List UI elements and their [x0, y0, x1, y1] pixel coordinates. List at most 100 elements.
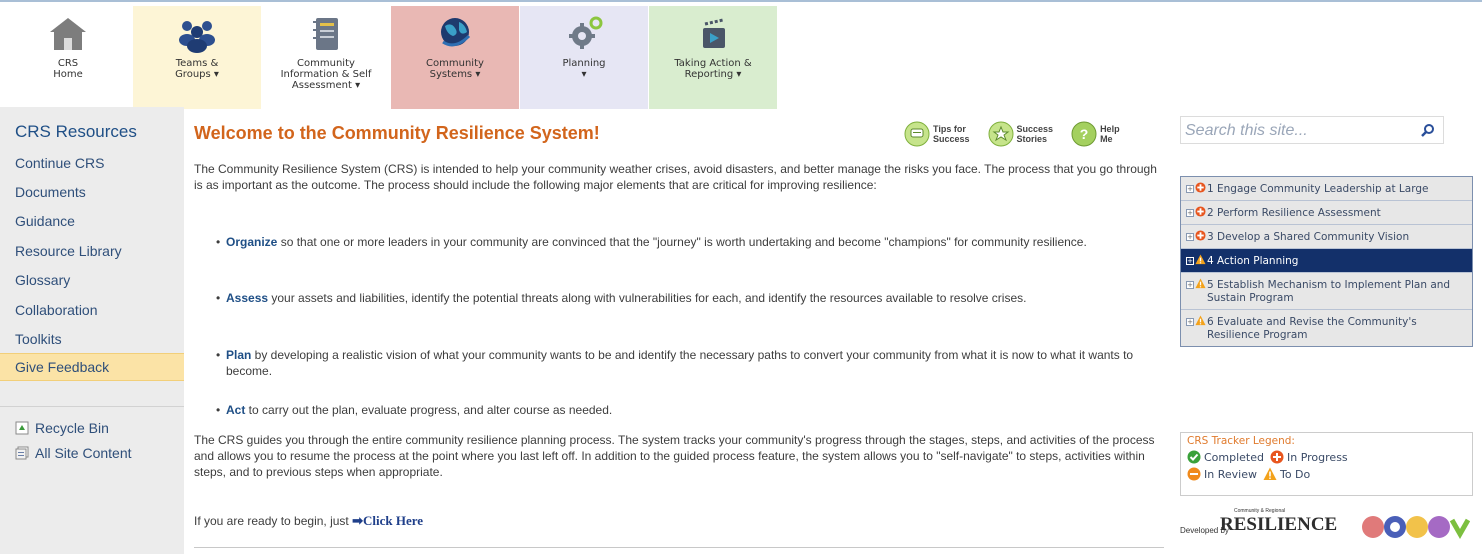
- in-progress-icon: [1270, 450, 1284, 464]
- expand-icon[interactable]: +: [1186, 318, 1194, 326]
- legend-row: Completed In Progress: [1187, 450, 1466, 464]
- bullet-assess: • Assess your assets and liabilities, ide…: [216, 290, 1156, 306]
- step-label: 5 Establish Mechanism to Implement Plan …: [1207, 279, 1451, 304]
- in-progress-icon: [1195, 230, 1206, 241]
- expand-icon[interactable]: +: [1186, 209, 1194, 217]
- nav-tab-teams-groups[interactable]: Teams & Groups ▾: [133, 6, 261, 109]
- question-mark-icon: ?: [1071, 121, 1097, 147]
- give-feedback-label: Give Feedback: [15, 359, 110, 375]
- to-do-warning-icon: [1195, 315, 1206, 326]
- nav-tab-crs-home[interactable]: CRS Home: [18, 6, 118, 109]
- sidebar-item-continue-crs[interactable]: Continue CRS: [15, 155, 105, 171]
- partner-logos-icon: [1362, 516, 1470, 540]
- bullet-term: Plan: [226, 348, 252, 362]
- crs-steps-tracker: + 1 Engage Community Leadership at Large…: [1180, 176, 1473, 347]
- site-content-icon: [15, 446, 29, 460]
- step-4-action-planning[interactable]: + 4 Action Planning: [1181, 249, 1472, 273]
- help-me-button[interactable]: ? Help Me: [1071, 121, 1120, 147]
- sidebar-item-toolkits[interactable]: Toolkits: [15, 331, 62, 347]
- legend-in-review: In Review: [1204, 467, 1257, 481]
- step-2-resilience-assessment[interactable]: + 2 Perform Resilience Assessment: [1181, 201, 1472, 225]
- expand-icon[interactable]: +: [1186, 281, 1194, 289]
- step-label: 1 Engage Community Leadership at Large: [1207, 183, 1429, 195]
- crs-tracker-legend: CRS Tracker Legend: Completed In Progres…: [1180, 432, 1473, 496]
- people-icon: [179, 21, 215, 53]
- recycle-bin-link[interactable]: Recycle Bin: [15, 420, 109, 436]
- bullet-plan: • Plan by developing a realistic vision o…: [216, 347, 1156, 379]
- nav-tab-planning[interactable]: Planning ▾: [520, 6, 648, 109]
- notebook-icon: [313, 18, 338, 50]
- legend-in-progress: In Progress: [1287, 450, 1348, 464]
- sidebar-item-collaboration[interactable]: Collaboration: [15, 302, 98, 318]
- legend-row: In Review To Do: [1187, 467, 1466, 481]
- nav-tab-community-systems[interactable]: Community Systems ▾: [391, 6, 519, 109]
- help-links: Tips for Success Success Stories ? Help Me: [904, 121, 1138, 147]
- bullet-text: your assets and liabilities, identify th…: [268, 291, 1027, 305]
- begin-prompt: If you are ready to begin, just ➡Click H…: [194, 513, 423, 529]
- sidebar: CRS Resources Continue CRS Documents Gui…: [0, 107, 184, 554]
- nav-tab-community-information[interactable]: Community Information & Self Assessment ▾: [262, 6, 390, 109]
- sidebar-item-guidance[interactable]: Guidance: [15, 213, 75, 229]
- step-3-shared-vision[interactable]: + 3 Develop a Shared Community Vision: [1181, 225, 1472, 249]
- click-here-link[interactable]: ➡Click Here: [352, 513, 423, 528]
- bullet-act: • Act to carry out the plan, evaluate pro…: [216, 402, 1156, 418]
- all-site-content-label: All Site Content: [35, 445, 132, 461]
- legend-to-do: To Do: [1279, 467, 1311, 481]
- bullet-text: by developing a realistic vision of what…: [226, 348, 1134, 378]
- svg-text:?: ?: [1080, 126, 1089, 142]
- nav-tab-label: Taking Action & Reporting ▾: [674, 58, 752, 80]
- gear-icon: [569, 16, 603, 49]
- bullet-term: Act: [226, 403, 246, 417]
- all-site-content-link[interactable]: All Site Content: [15, 445, 132, 461]
- success-stories-button[interactable]: Success Stories: [988, 121, 1053, 147]
- step-1-engage-leadership[interactable]: + 1 Engage Community Leadership at Large: [1181, 177, 1472, 201]
- nav-tab-taking-action[interactable]: Taking Action & Reporting ▾: [649, 6, 777, 109]
- step-5-establish-mechanism[interactable]: + 5 Establish Mechanism to Implement Pla…: [1181, 273, 1472, 310]
- expand-icon[interactable]: +: [1186, 257, 1194, 265]
- completed-check-icon: [1187, 450, 1201, 464]
- nav-tab-label: Teams & Groups ▾: [175, 58, 219, 80]
- bullet-term: Assess: [226, 291, 269, 305]
- sidebar-divider: [0, 406, 184, 407]
- expand-icon[interactable]: +: [1186, 185, 1194, 193]
- bullet-dot: •: [216, 403, 221, 417]
- in-progress-icon: [1195, 206, 1206, 217]
- top-navigation: CRS Home Teams & Groups ▾ Community Informa…: [0, 0, 1482, 109]
- in-progress-icon: [1195, 182, 1206, 193]
- tips-for-success-button[interactable]: Tips for Success: [904, 121, 970, 147]
- bullet-dot: •: [216, 291, 221, 305]
- star-burst-icon: [988, 121, 1014, 147]
- recycle-bin-icon: [15, 421, 29, 435]
- resilience-logo: RESILIENCE: [1220, 514, 1338, 535]
- sidebar-item-glossary[interactable]: Glossary: [15, 272, 70, 288]
- step-label: 6 Evaluate and Revise the Community's Re…: [1207, 316, 1417, 341]
- in-review-icon: [1187, 467, 1201, 481]
- sidebar-item-resource-library[interactable]: Resource Library: [15, 243, 122, 259]
- to-do-warning-icon: [1263, 467, 1277, 480]
- search-icon[interactable]: [1421, 123, 1435, 137]
- step-label: 3 Develop a Shared Community Vision: [1207, 231, 1410, 243]
- nav-tab-label: Community Systems ▾: [426, 58, 484, 80]
- content-divider: [194, 547, 1164, 548]
- clapperboard-icon: [703, 18, 725, 48]
- main-content: Welcome to the Community Resilience Syst…: [194, 107, 1164, 554]
- nav-tab-label: Planning ▾: [562, 58, 606, 80]
- globe-icon: [441, 18, 471, 47]
- to-do-warning-icon: [1195, 278, 1206, 289]
- tips-for-success-label: Tips for Success: [933, 124, 970, 144]
- recycle-bin-label: Recycle Bin: [35, 420, 109, 436]
- bullet-text: to carry out the plan, evaluate progress…: [245, 403, 613, 417]
- legend-completed: Completed: [1204, 450, 1264, 464]
- to-do-warning-icon: [1195, 254, 1206, 265]
- step-6-evaluate-revise[interactable]: + 6 Evaluate and Revise the Community's …: [1181, 310, 1472, 346]
- expand-icon[interactable]: +: [1186, 233, 1194, 241]
- sidebar-item-give-feedback[interactable]: Give Feedback: [0, 353, 184, 381]
- sidebar-heading: CRS Resources: [15, 122, 137, 141]
- search-input[interactable]: [1185, 121, 1405, 141]
- home-icon: [50, 18, 86, 50]
- sidebar-item-documents[interactable]: Documents: [15, 184, 86, 200]
- bullet-organize: • Organize so that one or more leaders in…: [216, 234, 1156, 250]
- step-label: 2 Perform Resilience Assessment: [1207, 207, 1381, 219]
- bullet-dot: •: [216, 235, 221, 249]
- intro-paragraph: The Community Resilience System (CRS) is…: [194, 162, 1157, 192]
